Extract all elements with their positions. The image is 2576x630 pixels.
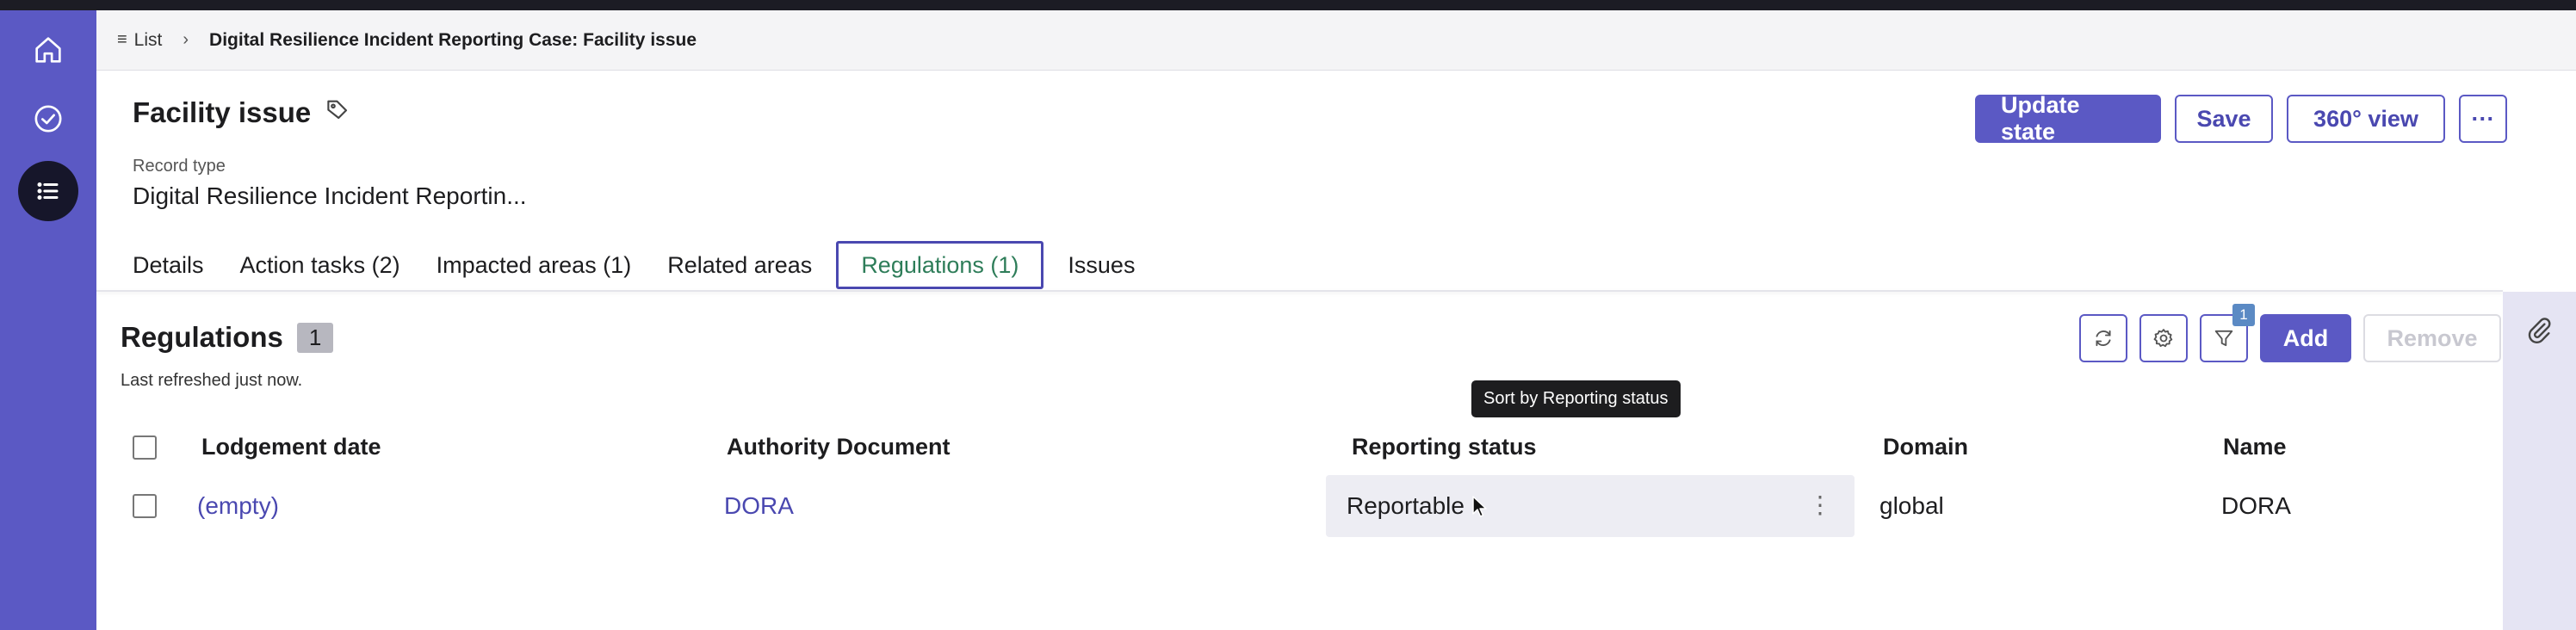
table-row: (empty) DORA Reportable ⋮ global DORA bbox=[96, 475, 2503, 537]
add-button[interactable]: Add bbox=[2260, 314, 2351, 362]
tab-impacted-areas[interactable]: Impacted areas (1) bbox=[424, 241, 644, 289]
header-actions: Update state Save 360° view ··· bbox=[1975, 92, 2507, 145]
reporting-status-cell[interactable]: Reportable ⋮ bbox=[1326, 475, 1855, 537]
refresh-icon bbox=[2096, 330, 2111, 347]
update-state-button[interactable]: Update state bbox=[1975, 92, 2161, 145]
column-reporting-status[interactable]: Reporting status bbox=[1352, 434, 1537, 460]
tab-action-tasks[interactable]: Action tasks (2) bbox=[228, 241, 412, 289]
sort-tooltip: Sort by Reporting status bbox=[1471, 380, 1681, 417]
filter-count-badge: 1 bbox=[2232, 304, 2255, 326]
save-button[interactable]: Save bbox=[2175, 95, 2273, 143]
tag-icon[interactable] bbox=[325, 96, 350, 129]
last-refreshed-text: Last refreshed just now. bbox=[121, 371, 303, 390]
column-authority-document[interactable]: Authority Document bbox=[727, 434, 951, 460]
view-360-button[interactable]: 360° view bbox=[2287, 95, 2445, 143]
record-type-value: Digital Resilience Incident Reportin... bbox=[133, 182, 527, 209]
domain-cell: global bbox=[1879, 492, 1944, 519]
record-tabs: Details Action tasks (2) Impacted areas … bbox=[121, 241, 1159, 289]
check-circle-icon[interactable] bbox=[29, 100, 67, 138]
tab-issues[interactable]: Issues bbox=[1056, 241, 1147, 289]
cell-menu-icon[interactable]: ⋮ bbox=[1808, 491, 1832, 519]
authority-document-link[interactable]: DORA bbox=[724, 492, 794, 520]
nav-rail bbox=[0, 10, 96, 630]
refresh-button[interactable] bbox=[2079, 314, 2127, 362]
record-header: Facility issue Record type Digital Resil… bbox=[96, 71, 2576, 290]
tab-regulations[interactable]: Regulations (1) bbox=[836, 241, 1044, 289]
tab-details[interactable]: Details bbox=[121, 241, 216, 289]
mouse-cursor-icon bbox=[1472, 496, 1487, 517]
window-top-bar bbox=[0, 0, 2576, 10]
column-name[interactable]: Name bbox=[2223, 434, 2287, 460]
more-actions-button[interactable]: ··· bbox=[2459, 95, 2507, 143]
column-lodgement-date[interactable]: Lodgement date bbox=[201, 434, 381, 460]
home-icon[interactable] bbox=[29, 31, 67, 69]
section-title: Regulations bbox=[121, 321, 283, 353]
count-badge: 1 bbox=[296, 322, 334, 353]
table-header: Lodgement date Authority Document Report… bbox=[96, 430, 2503, 465]
section-toolbar: 1 Add Remove bbox=[2079, 304, 2503, 362]
paperclip-icon[interactable] bbox=[2524, 315, 2554, 344]
tab-related-areas[interactable]: Related areas bbox=[655, 241, 824, 289]
lodgement-date-cell[interactable]: (empty) bbox=[197, 492, 279, 520]
remove-button[interactable]: Remove bbox=[2363, 314, 2501, 362]
breadcrumb: ≡ List › Digital Resilience Incident Rep… bbox=[96, 10, 2576, 71]
name-cell: DORA bbox=[2221, 492, 2291, 519]
record-type-label: Record type bbox=[133, 157, 226, 176]
column-domain[interactable]: Domain bbox=[1883, 434, 1968, 460]
reporting-status-value: Reportable bbox=[1347, 492, 1464, 519]
settings-button[interactable] bbox=[2139, 314, 2188, 362]
gear-icon bbox=[2153, 329, 2173, 348]
page-title: Facility issue bbox=[133, 96, 312, 128]
breadcrumb-list-link[interactable]: ≡ List bbox=[117, 30, 162, 51]
filter-icon bbox=[2214, 330, 2233, 347]
select-all-checkbox[interactable] bbox=[133, 435, 157, 460]
menu-lines-icon: ≡ bbox=[117, 30, 127, 49]
page-title-wrap: Facility issue bbox=[133, 96, 350, 129]
breadcrumb-current: Digital Resilience Incident Reporting Ca… bbox=[209, 29, 697, 50]
chevron-right-icon: › bbox=[183, 30, 189, 49]
row-checkbox[interactable] bbox=[133, 494, 157, 518]
list-icon[interactable] bbox=[18, 161, 78, 221]
section-title-wrap: Regulations 1 bbox=[121, 321, 334, 354]
breadcrumb-list-label: List bbox=[133, 29, 163, 50]
filter-button[interactable]: 1 bbox=[2200, 304, 2255, 362]
